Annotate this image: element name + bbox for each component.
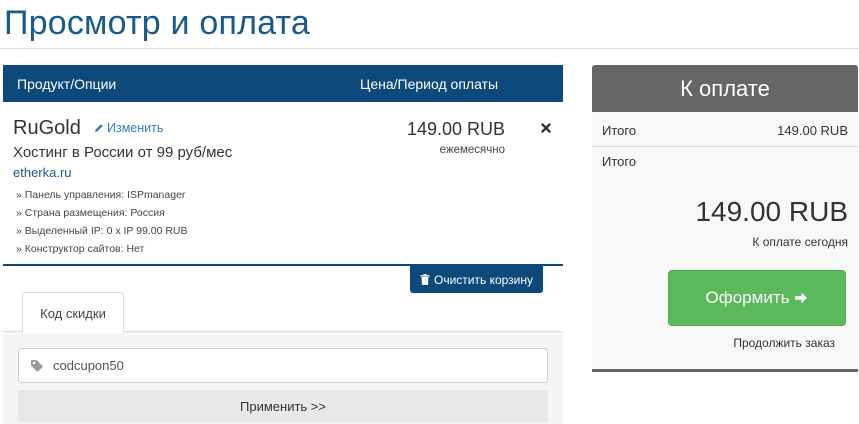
- billing-cycle: ежемесячно: [439, 144, 505, 156]
- tab-discount-code[interactable]: Код скидки: [22, 292, 124, 333]
- option-item: » Конструктор сайтов: Нет: [16, 243, 145, 255]
- cart-table: Продукт/Опции Цена/Период оплаты RuGold …: [3, 65, 563, 293]
- title-divider: [0, 48, 859, 49]
- order-summary: К оплате Итого 149.00 RUB Итого 149.00 R…: [592, 65, 858, 372]
- remove-item-button[interactable]: [541, 120, 551, 136]
- total-label: Итого: [602, 154, 637, 169]
- checkout-label: Оформить: [705, 288, 790, 307]
- subtotal-value: 149.00 RUB: [777, 123, 848, 138]
- summary-header: К оплате: [592, 65, 858, 112]
- page-title: Просмотр и оплата: [4, 4, 310, 42]
- subtotal-row: Итого 149.00 RUB: [602, 123, 848, 138]
- total-row: Итого: [602, 154, 848, 169]
- option-item: » Выделенный IP: 0 x IP 99.00 RUB: [16, 225, 188, 237]
- total-amount: 149.00 RUB: [695, 196, 848, 227]
- cart-item: RuGold Изменить Хостинг в России от 99 р…: [3, 102, 563, 266]
- edit-link[interactable]: Изменить: [94, 121, 163, 135]
- checkout-button[interactable]: Оформить: [668, 270, 846, 326]
- product-name: RuGold: [13, 117, 81, 139]
- discount-section: Код скидки Применить >>: [3, 291, 563, 424]
- price-column-header: Цена/Период оплаты: [360, 76, 499, 92]
- subtotal-label: Итого: [602, 123, 637, 138]
- clear-cart-label: Очистить корзину: [434, 272, 533, 287]
- cart-header: Продукт/Опции Цена/Период оплаты: [3, 65, 563, 102]
- product-options: » Панель управления: ISPmanager » Страна…: [16, 186, 188, 258]
- promo-input-wrapper[interactable]: [18, 348, 548, 383]
- product-group: Хостинг в России от 99 руб/мес: [13, 144, 233, 161]
- continue-shopping-link[interactable]: Продолжить заказ: [733, 336, 835, 350]
- trash-icon: [420, 274, 430, 285]
- option-item: » Панель управления: ISPmanager: [16, 189, 186, 201]
- edit-label: Изменить: [107, 121, 164, 135]
- option-item: » Страна размещения: Россия: [16, 207, 165, 219]
- clear-cart-button[interactable]: Очистить корзину: [410, 266, 543, 293]
- arrow-right-icon: [795, 292, 808, 304]
- apply-promo-button[interactable]: Применить >>: [18, 390, 548, 422]
- item-price: 149.00 RUB: [406, 119, 505, 139]
- promo-code-input[interactable]: [53, 358, 513, 373]
- product-domain: etherka.ru: [13, 165, 72, 180]
- close-icon: [541, 123, 551, 133]
- pencil-icon: [95, 124, 103, 132]
- discount-panel: Применить >>: [3, 331, 563, 424]
- total-due-caption: К оплате сегодня: [752, 235, 848, 249]
- tag-icon: [31, 359, 43, 372]
- summary-divider: [592, 146, 858, 147]
- product-column-header: Продукт/Опции: [17, 76, 117, 92]
